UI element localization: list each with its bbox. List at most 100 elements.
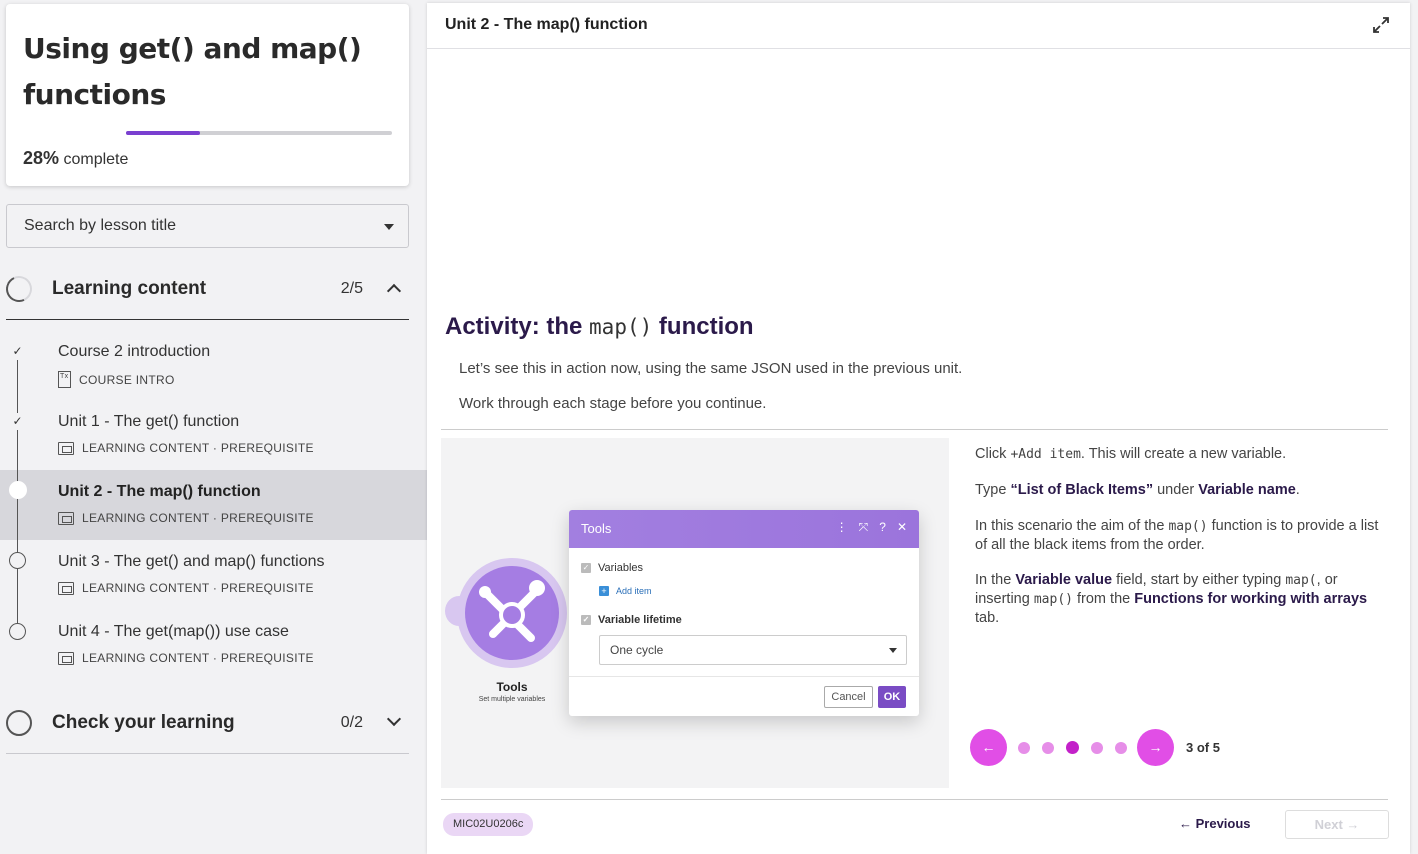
timeline-line [17,610,18,624]
section-count: 0/2 [340,714,363,731]
carousel-dot[interactable] [1018,742,1030,754]
content-code-badge: MIC02U0206c [443,813,534,836]
plus-icon: + [599,586,609,596]
lesson-header-title: Unit 2 - The map() function [445,16,648,33]
wrench-screwdriver-icon [479,580,545,642]
carousel-dot-active[interactable] [1066,741,1079,754]
step-carousel: ← → 3 of 5 [970,729,1270,767]
arrow-right-icon: → [1148,739,1163,755]
lesson-header: Unit 2 - The map() function [427,3,1410,49]
tools-module-sublabel: Set multiple variables [478,696,546,703]
empty-circle-icon [9,552,26,569]
footer-divider [441,799,1388,800]
checkbox-icon: ✓ [581,615,591,625]
empty-progress-ring-icon [6,710,32,736]
dialog-ok-button: OK [878,686,906,708]
dialog-footer-divider [569,676,919,677]
carousel-next-button[interactable]: → [1137,729,1174,766]
step-illustration: Tools Set multiple variables Tools ⋮ ⤧ ?… [441,438,949,788]
step-paragraph: Type “List of Black Items” under Variabl… [975,482,1300,498]
fullscreen-icon: ⤧ [858,520,869,534]
chevron-down-icon[interactable] [386,711,402,727]
carousel-dot[interactable] [1042,742,1054,754]
tools-module-label: Tools [496,680,528,694]
checkbox-icon: ✓ [581,563,591,573]
tools-dialog: Tools ⋮ ⤧ ? ✕ ✓ Variables + Add item ✓ Vari… [569,510,919,716]
arrow-left-icon: ← [981,739,996,755]
lesson-meta: Tx COURSE INTRO [58,371,175,388]
carousel-prev-button[interactable]: ← [970,729,1007,766]
partial-progress-ring-icon [2,272,36,306]
previous-button[interactable]: ← Previous [1179,816,1251,831]
chevron-up-icon[interactable] [386,283,402,299]
check-icon: ✓ [9,413,26,430]
progress-bar [126,131,392,135]
timeline-line [17,400,18,470]
slides-icon [58,581,74,595]
dialog-header-icons: ⋮ ⤧ ? ✕ [836,520,907,535]
empty-circle-icon [9,623,26,640]
dialog-header: Tools ⋮ ⤧ ? ✕ [569,510,919,548]
lesson-search-select[interactable]: Search by lesson title [6,204,409,248]
slides-icon [58,511,74,525]
current-lesson-dot-icon [9,481,27,499]
document-icon: Tx [58,371,71,388]
app-root: Using get() and map() functions 28% comp… [0,0,1418,854]
step-paragraph: In the Variable value field, start by ei… [975,572,1368,626]
course-title: Using get() and map() functions [23,32,362,111]
course-sidebar: Using get() and map() functions 28% comp… [0,0,427,854]
next-button[interactable]: Next → [1285,810,1389,839]
add-item-row: + Add item [599,586,652,596]
divider [441,429,1388,430]
course-card: Using get() and map() functions 28% comp… [6,4,409,186]
slides-icon [58,441,74,455]
lesson-item-unit-2[interactable]: Unit 2 - The map() function LEARNING CON… [0,470,427,540]
activity-title: Activity: the map() function [445,313,754,340]
timeline-line [17,540,18,610]
expand-icon[interactable] [1372,16,1390,34]
section-count: 2/5 [340,280,363,297]
lesson-title: Unit 2 - The map() function [58,483,261,500]
help-icon: ? [879,520,886,534]
section-check-your-learning[interactable]: Check your learning 0/2 [6,690,409,754]
carousel-dot[interactable] [1115,742,1127,754]
lesson-item-unit-4[interactable]: Unit 4 - The get(map()) use case LEARNIN… [0,610,427,680]
slides-icon [58,651,74,665]
check-icon: ✓ [12,344,23,358]
lesson-title: Unit 1 - The get() function [58,413,240,430]
intro-paragraph: Let’s see this in action now, using the … [459,360,963,377]
lesson-meta: LEARNING CONTENT · PREREQUISITE [58,651,314,665]
lesson-meta: LEARNING CONTENT · PREREQUISITE [58,441,314,455]
intro-paragraph: Work through each stage before you conti… [459,395,767,412]
step-paragraph: In this scenario the aim of the map() fu… [975,518,1379,553]
lesson-item-unit-1[interactable]: ✓ Unit 1 - The get() function LEARNING C… [0,400,427,470]
timeline-line [17,360,18,400]
dialog-cancel-button: Cancel [824,686,873,708]
lesson-meta: LEARNING CONTENT · PREREQUISITE [58,581,314,595]
search-select-label: Search by lesson title [24,217,177,234]
lesson-main-panel: Unit 2 - The map() function Activity: th… [427,3,1410,854]
lesson-item-course-intro[interactable]: ✓ Course 2 introduction Tx COURSE INTRO [0,330,427,400]
lifetime-row: ✓ Variable lifetime [581,614,682,626]
dialog-title: Tools [581,521,612,536]
carousel-dot[interactable] [1091,742,1103,754]
more-icon: ⋮ [835,520,848,534]
lesson-title: Unit 3 - The get() and map() functions [58,553,325,570]
section-title: Learning content [52,278,207,299]
close-icon: ✕ [896,520,907,534]
caret-down-icon [889,648,897,653]
lesson-title: Course 2 introduction [58,343,211,360]
progress-bar-fill [126,131,201,135]
variables-row: ✓ Variables [581,562,644,574]
lesson-title: Unit 4 - The get(map()) use case [58,623,289,640]
caret-down-icon [384,224,394,230]
tools-module-icon [465,566,559,660]
section-title: Check your learning [52,712,235,733]
carousel-count: 3 of 5 [1186,740,1220,755]
lesson-item-unit-3[interactable]: Unit 3 - The get() and map() functions L… [0,540,427,610]
lesson-meta: LEARNING CONTENT · PREREQUISITE [58,511,314,525]
step-paragraph: Click +Add item. This will create a new … [975,446,1287,462]
progress-text: 28% complete [23,148,129,168]
section-learning-content[interactable]: Learning content 2/5 [2,256,409,320]
lifetime-select: One cycle [599,635,907,665]
